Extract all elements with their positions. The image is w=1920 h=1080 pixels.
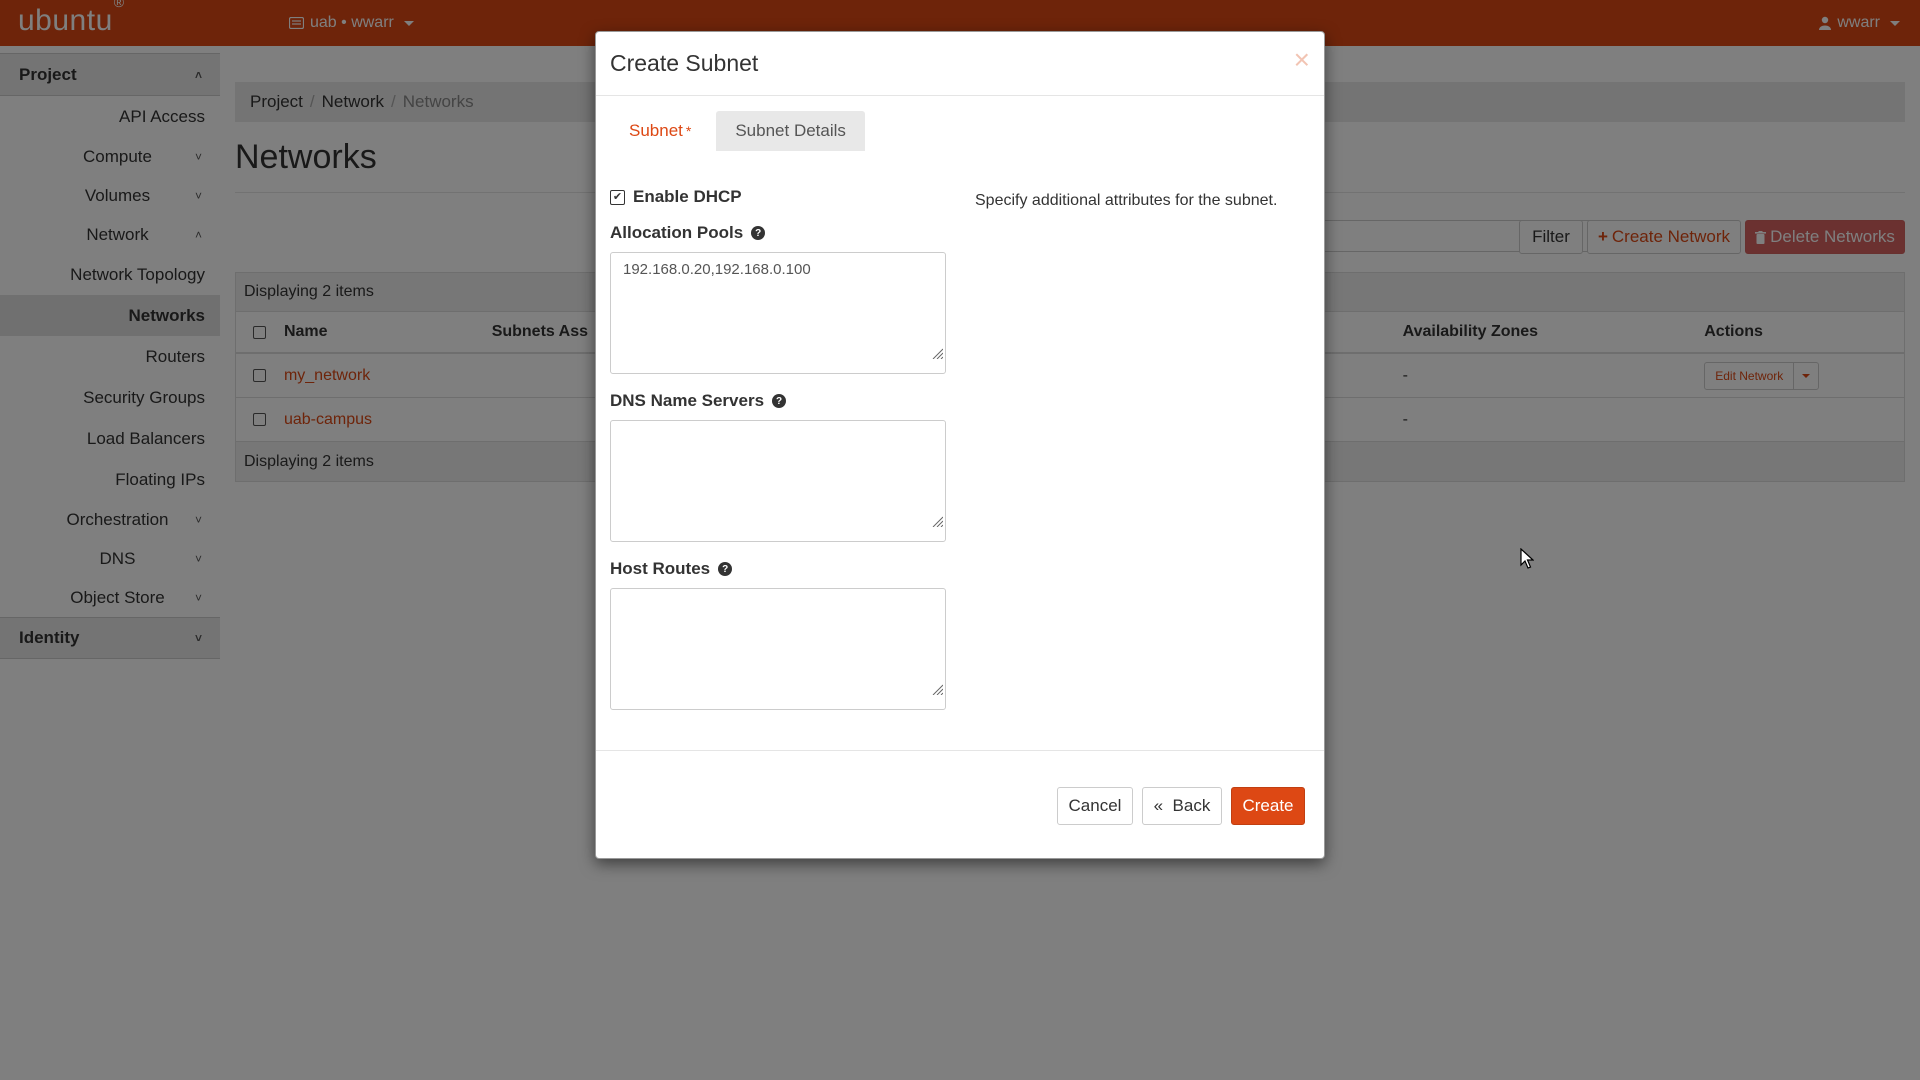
cancel-button[interactable]: Cancel (1057, 787, 1133, 825)
modal-footer: Cancel « Back Create (596, 750, 1324, 858)
allocation-pools-label: Allocation Pools (610, 223, 744, 242)
dns-name-servers-label-row: DNS Name Servers ? (610, 386, 946, 416)
modal-header: Create Subnet × (596, 32, 1324, 96)
modal-title: Create Subnet (610, 50, 759, 76)
back-button[interactable]: « Back (1142, 787, 1222, 825)
mouse-cursor-icon (1520, 548, 1534, 569)
question-circle-icon[interactable]: ? (718, 562, 733, 576)
host-routes-label: Host Routes (610, 559, 711, 578)
tab-subnet-details[interactable]: Subnet Details (716, 111, 865, 151)
required-marker: * (685, 123, 692, 139)
resize-grip-icon[interactable] (931, 683, 943, 695)
tab-label: Subnet Details (735, 121, 846, 140)
subnet-help-text: Specify additional attributes for the su… (975, 192, 1278, 209)
allocation-pools-textarea[interactable] (610, 252, 946, 374)
modal-tabs: Subnet * Subnet Details (610, 111, 865, 151)
question-circle-icon[interactable]: ? (751, 226, 766, 240)
enable-dhcp-checkbox[interactable]: ✔ (610, 189, 625, 205)
enable-dhcp-label: Enable DHCP (633, 187, 742, 206)
subnet-details-form: ✔ Enable DHCP Allocation Pools ? DNS Nam… (610, 182, 946, 722)
resize-grip-icon[interactable] (931, 515, 943, 527)
dns-name-servers-textarea[interactable] (610, 420, 946, 542)
create-button[interactable]: Create (1231, 787, 1305, 825)
close-icon[interactable]: × (1294, 46, 1310, 74)
resize-grip-icon[interactable] (931, 347, 943, 359)
tab-subnet[interactable]: Subnet * (610, 111, 710, 151)
allocation-pools-label-row: Allocation Pools ? (610, 218, 946, 248)
enable-dhcp-row[interactable]: ✔ Enable DHCP (610, 182, 946, 212)
dns-name-servers-label: DNS Name Servers (610, 391, 765, 410)
question-circle-icon[interactable]: ? (772, 394, 787, 408)
create-subnet-modal: Create Subnet × Subnet * Subnet Details ✔… (595, 31, 1325, 859)
host-routes-textarea[interactable] (610, 588, 946, 710)
tab-label: Subnet (629, 121, 683, 140)
host-routes-label-row: Host Routes ? (610, 554, 946, 584)
